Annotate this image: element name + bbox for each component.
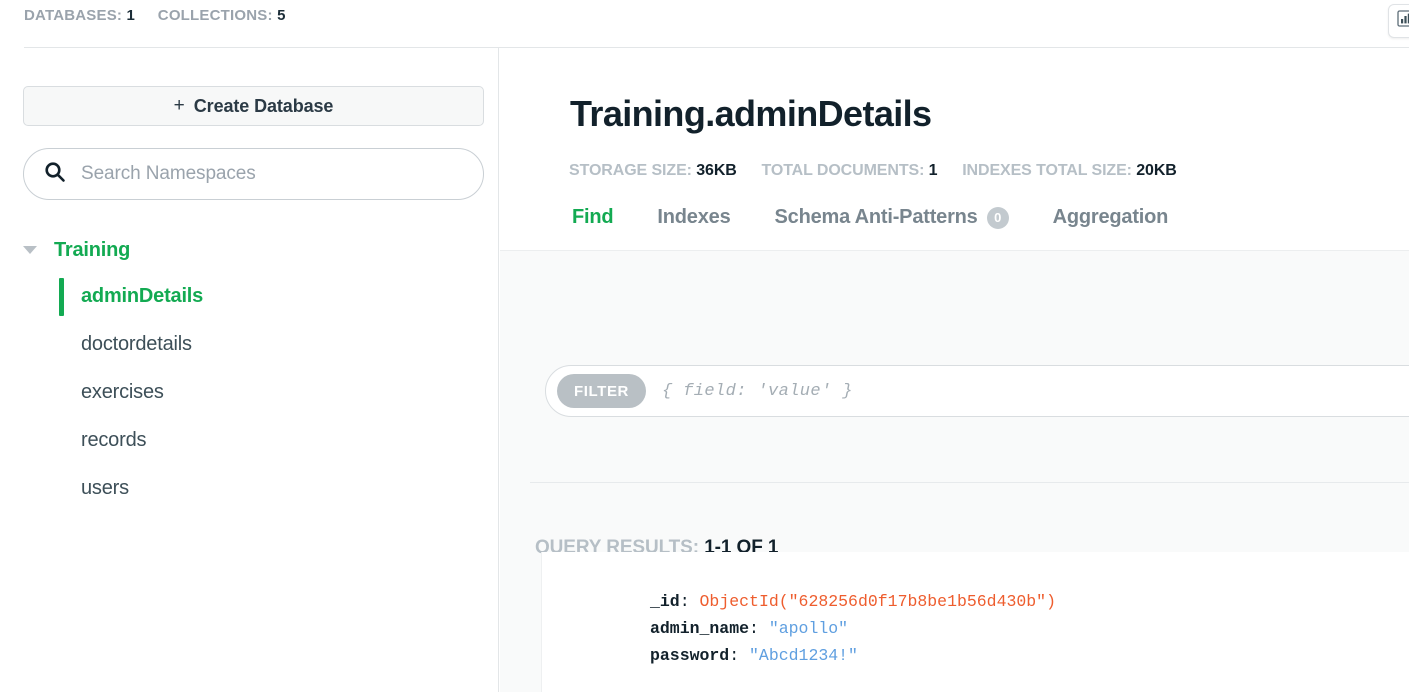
field-colon: : <box>679 592 700 611</box>
plus-icon: + <box>173 94 185 116</box>
create-database-button[interactable]: + Create Database <box>23 86 484 126</box>
collection-name-label: doctordetails <box>81 332 192 355</box>
search-namespaces-placeholder: Search Namespaces <box>81 163 256 184</box>
status-badge: 0 <box>986 206 1009 229</box>
page-title: Training.adminDetails <box>570 93 932 134</box>
document-fields: _id: ObjectId("628256d0f17b8be1b56d430b"… <box>650 588 1056 669</box>
sidebar-collection-doctordetails[interactable]: doctordetails <box>0 320 499 368</box>
tab-bar: Find Indexes Schema Anti-Patterns 0 Aggr… <box>550 206 1190 250</box>
tab-label: Schema Anti-Patterns <box>774 206 978 228</box>
collections-count: 5 <box>277 7 286 24</box>
analytics-button[interactable] <box>1388 4 1409 38</box>
collection-name-label: exercises <box>81 380 164 403</box>
field-colon: : <box>729 646 750 665</box>
filter-bar[interactable]: FILTER { field: 'value' } <box>545 365 1409 417</box>
sidebar: + Create Database Search Namespaces Trai… <box>0 48 499 692</box>
database-name-label: Training <box>54 238 131 261</box>
tab-label: Indexes <box>657 206 731 228</box>
field-key: _id <box>650 592 680 611</box>
active-indicator-bar <box>59 278 64 316</box>
total-documents-value: 1 <box>928 162 938 179</box>
collections-label: COLLECTIONS: <box>157 7 273 24</box>
filter-pill-label: FILTER <box>574 382 629 400</box>
field-key: admin_name <box>650 619 750 638</box>
document-field-row: password: "Abcd1234!" <box>650 642 1056 669</box>
document-field-row: admin_name: "apollo" <box>650 615 1056 642</box>
document-card[interactable]: _id: ObjectId("628256d0f17b8be1b56d430b"… <box>541 552 1409 692</box>
total-documents-label: TOTAL DOCUMENTS: <box>761 162 925 179</box>
document-field-row: _id: ObjectId("628256d0f17b8be1b56d430b"… <box>650 588 1056 615</box>
search-icon <box>44 161 66 188</box>
tab-label: Find <box>572 206 614 228</box>
sidebar-database-training[interactable]: Training <box>0 228 499 272</box>
field-value: "apollo" <box>768 619 849 638</box>
field-key: password <box>650 646 730 665</box>
sidebar-collection-exercises[interactable]: exercises <box>0 368 499 416</box>
filter-input[interactable]: { field: 'value' } <box>662 382 853 401</box>
databases-count: 1 <box>126 7 136 24</box>
collection-name-label: records <box>81 428 147 451</box>
storage-size-value: 36KB <box>696 162 737 179</box>
collection-stats: STORAGE SIZE: 36KB TOTAL DOCUMENTS: 1 IN… <box>569 162 1177 180</box>
sidebar-collection-admindetails[interactable]: adminDetails <box>0 272 499 320</box>
search-namespaces-input[interactable]: Search Namespaces <box>23 148 484 200</box>
database-stats: DATABASES: 1 COLLECTIONS: 5 <box>24 7 286 24</box>
field-colon: : <box>749 619 769 638</box>
tab-find[interactable]: Find <box>550 206 635 229</box>
field-value: ObjectId("628256d0f17b8be1b56d430b") <box>699 592 1056 611</box>
databases-label: DATABASES: <box>24 7 123 24</box>
collection-name-label: adminDetails <box>81 284 204 307</box>
tab-schema-anti-patterns[interactable]: Schema Anti-Patterns 0 <box>753 206 1031 229</box>
caret-down-icon[interactable] <box>22 242 38 258</box>
sidebar-collection-users[interactable]: users <box>0 464 499 512</box>
tab-aggregation[interactable]: Aggregation <box>1031 206 1191 229</box>
filter-divider <box>530 482 1409 483</box>
content-area: FILTER { field: 'value' } QUERY RESULTS:… <box>500 250 1409 692</box>
tab-label: Aggregation <box>1052 206 1169 228</box>
field-value: "Abcd1234!" <box>749 646 858 665</box>
sidebar-collection-records[interactable]: records <box>0 416 499 464</box>
indexes-total-size-value: 20KB <box>1136 162 1177 179</box>
tab-indexes[interactable]: Indexes <box>635 206 752 229</box>
storage-size-label: STORAGE SIZE: <box>569 162 692 179</box>
collection-name-label: users <box>81 476 129 499</box>
namespace-tree: Training adminDetails doctordetails exer… <box>0 228 499 512</box>
filter-pill-button[interactable]: FILTER <box>557 374 646 408</box>
indexes-total-size-label: INDEXES TOTAL SIZE: <box>962 162 1132 179</box>
top-bar: DATABASES: 1 COLLECTIONS: 5 <box>0 0 1409 48</box>
main-panel: Training.adminDetails STORAGE SIZE: 36KB… <box>500 48 1409 692</box>
create-database-label: Create Database <box>193 95 334 116</box>
bar-chart-icon <box>1396 10 1409 32</box>
